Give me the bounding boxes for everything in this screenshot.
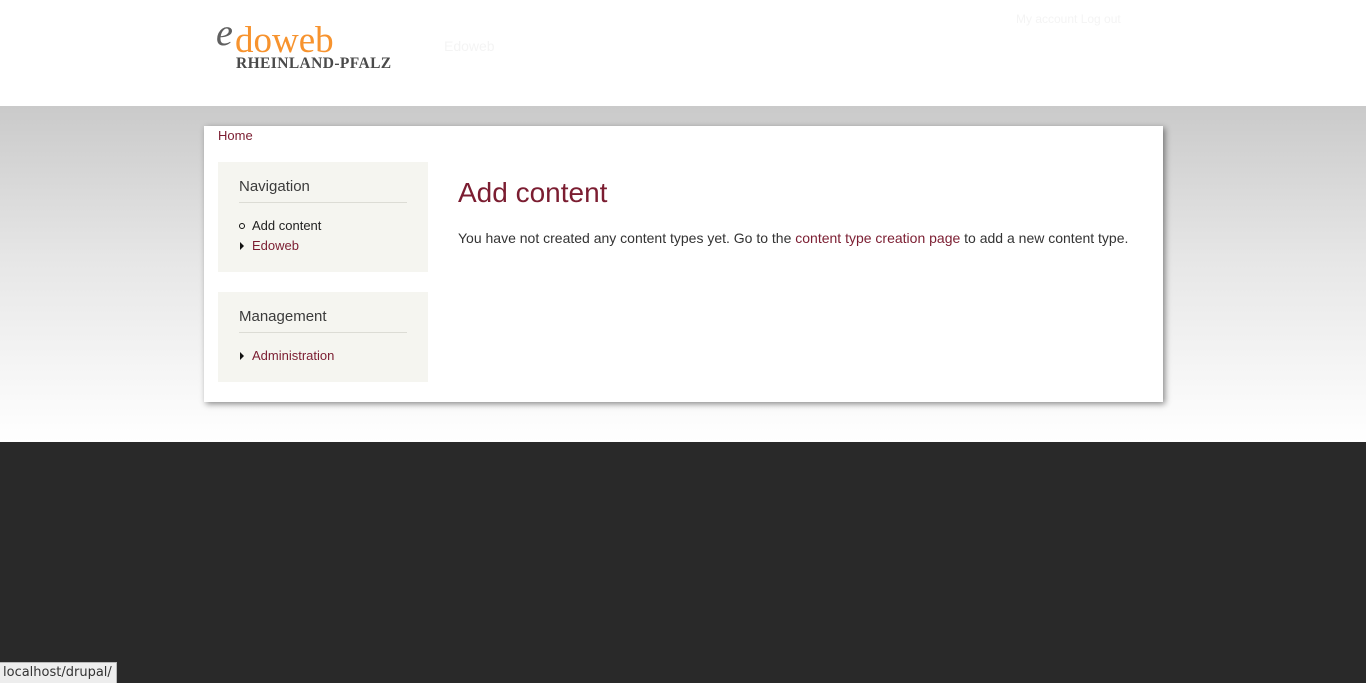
secondary-menu[interactable]: My account Log out — [1016, 12, 1121, 26]
nav-item-label[interactable]: Edoweb — [252, 238, 299, 253]
nav-item-add-content[interactable]: Add content — [239, 216, 321, 236]
nav-item-edoweb[interactable]: Edoweb — [239, 236, 321, 256]
circle-bullet-icon — [239, 223, 245, 229]
page-title: Add content — [458, 177, 608, 208]
collapsed-arrow-icon — [240, 352, 244, 360]
nav-item-label[interactable]: Administration — [252, 348, 334, 363]
logo-e: e — [216, 12, 233, 54]
content-type-creation-link[interactable]: content type creation page — [795, 230, 960, 246]
site-header: e doweb RHEINLAND-PFALZ Edoweb My accoun… — [0, 0, 1366, 106]
nav-item-label: Add content — [252, 218, 322, 233]
main-wrapper: Home Navigation Add content Edoweb Manag… — [0, 106, 1366, 442]
management-block: Management Administration — [218, 292, 428, 382]
content-message: You have not created any content types y… — [458, 228, 1128, 248]
message-text-after: to add a new content type. — [960, 230, 1129, 246]
site-name[interactable]: Edoweb — [444, 38, 495, 54]
logo-region: RHEINLAND-PFALZ — [236, 55, 392, 72]
management-block-title: Management — [239, 308, 407, 333]
breadcrumb-home[interactable]: Home — [218, 128, 253, 144]
management-menu: Administration — [239, 346, 334, 366]
navigation-block: Navigation Add content Edoweb — [218, 162, 428, 272]
content-box: Home Navigation Add content Edoweb Manag… — [204, 126, 1163, 402]
collapsed-arrow-icon — [240, 242, 244, 250]
site-logo[interactable]: e doweb RHEINLAND-PFALZ — [215, 14, 405, 76]
browser-status-bar: localhost/drupal/ — [0, 662, 117, 683]
nav-item-administration[interactable]: Administration — [239, 346, 334, 366]
navigation-block-title: Navigation — [239, 178, 407, 203]
message-text-before: You have not created any content types y… — [458, 230, 796, 246]
navigation-menu: Add content Edoweb — [239, 216, 321, 256]
